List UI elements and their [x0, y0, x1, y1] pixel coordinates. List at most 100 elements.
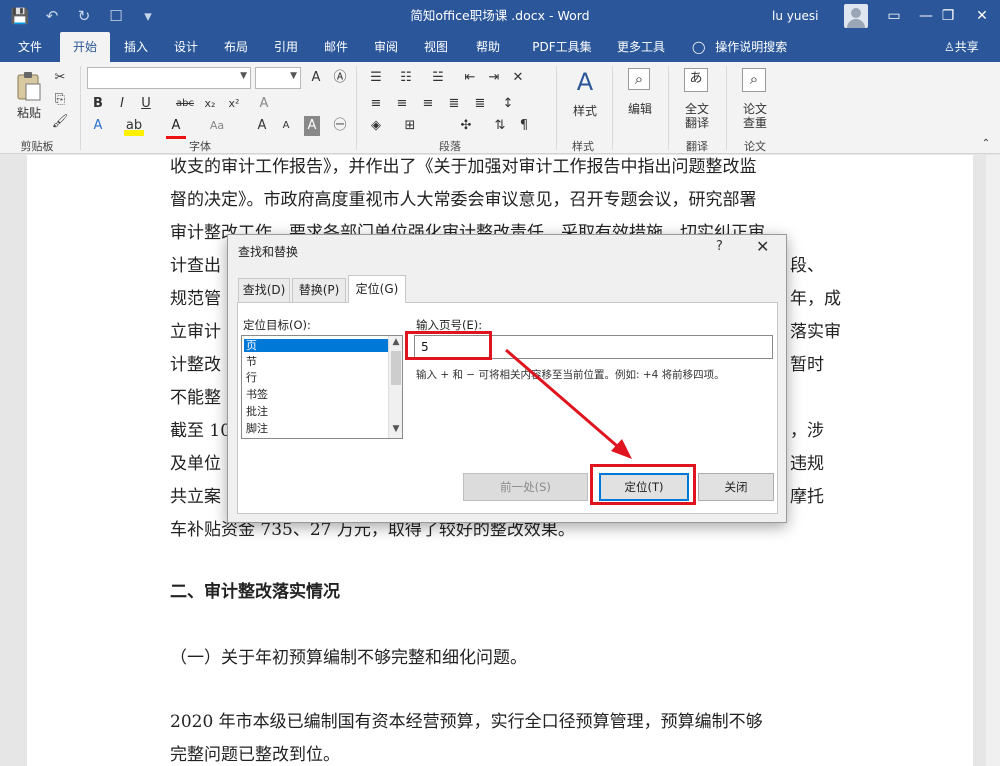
subsection-heading: （一）关于年初预算编制不够完整和细化问题。 — [170, 648, 527, 668]
goto-hint: 输入 + 和 − 可将相关内容移至当前位置。例如: +4 将前移四项。 — [416, 369, 725, 381]
superscript-icon[interactable]: x² — [224, 94, 244, 114]
shading-icon[interactable]: ◈ — [366, 116, 386, 136]
tab-goto[interactable]: 定位(G) — [348, 275, 406, 303]
page-input-highlight — [405, 331, 492, 360]
ribbon-tabs: 文件 开始 插入 设计 布局 引用 邮件 审阅 视图 帮助 PDF工具集 更多工… — [0, 32, 1000, 62]
tab-insert[interactable]: 插入 — [114, 32, 158, 62]
person-icon: ♙ — [944, 40, 955, 54]
shrink-font-icon[interactable]: A — [276, 116, 296, 136]
paste-button[interactable]: 粘贴 — [14, 104, 44, 121]
list-item[interactable]: 节 — [244, 355, 390, 368]
tab-design[interactable]: 设计 — [164, 32, 208, 62]
scroll-down-icon[interactable]: ▼ — [389, 424, 402, 434]
align-center-icon[interactable]: ≡ — [392, 94, 412, 114]
styles-button[interactable]: 样式 — [566, 102, 604, 119]
tab-home[interactable]: 开始 — [60, 32, 110, 62]
show-marks-icon[interactable]: ¶ — [514, 116, 534, 136]
italic-icon[interactable]: I — [112, 94, 132, 114]
list-item[interactable]: 行 — [244, 371, 390, 384]
bold-icon[interactable]: B — [88, 94, 108, 114]
tab-references[interactable]: 引用 — [264, 32, 308, 62]
help-icon[interactable]: ? — [716, 239, 723, 254]
font-size-combo[interactable]: ▼ — [255, 67, 301, 89]
list-item[interactable]: 批注 — [244, 405, 390, 418]
format-painter-icon[interactable]: 🖌 — [50, 112, 70, 132]
group-divider — [668, 66, 669, 150]
numbering-icon[interactable]: ☷ — [396, 68, 416, 88]
doc-line: 共立案 — [170, 487, 221, 507]
section-heading: 二、审计整改落实情况 — [170, 582, 340, 602]
list-item[interactable]: 脚注 — [244, 422, 390, 435]
tab-mailings[interactable]: 邮件 — [314, 32, 358, 62]
share-button[interactable]: ♙共享 — [944, 32, 979, 62]
editing-button[interactable]: 编辑 — [620, 100, 660, 117]
align-left-icon[interactable]: ≡ — [366, 94, 386, 114]
find-icon[interactable]: ⌕ — [628, 68, 650, 90]
dialog-close-icon[interactable]: ✕ — [756, 237, 769, 256]
font-name-combo[interactable]: ▼ — [87, 67, 251, 89]
avatar[interactable] — [844, 4, 868, 28]
strikethrough-icon[interactable]: abc — [172, 94, 198, 114]
tell-me-search[interactable]: ◯ 操作说明搜索 — [692, 32, 787, 62]
tab-pdf-tools[interactable]: PDF工具集 — [522, 32, 602, 62]
justify-icon[interactable]: ≣ — [444, 94, 464, 114]
chinese-layout-icon[interactable]: ✕ — [508, 68, 528, 88]
tab-review[interactable]: 审阅 — [364, 32, 408, 62]
sort-icon[interactable]: ⇅ — [490, 116, 510, 136]
line-spacing-icon[interactable]: ↕ — [498, 94, 518, 114]
borders-icon[interactable]: ⊞ — [400, 116, 420, 136]
tab-find[interactable]: 查找(D) — [238, 278, 290, 302]
goto-target-list[interactable]: 页 节 行 书签 批注 脚注 ▲ ▼ — [241, 335, 403, 439]
list-item[interactable]: 页 — [244, 339, 390, 352]
increase-indent-icon[interactable]: ⇥ — [484, 68, 504, 88]
close-icon[interactable]: ✕ — [960, 0, 1000, 32]
doc-line: 立审计 — [170, 322, 221, 342]
vertical-scrollbar[interactable] — [986, 155, 1000, 766]
highlight-color-icon[interactable]: ab — [124, 116, 144, 136]
character-shading-icon[interactable]: A — [304, 116, 320, 136]
translate-icon[interactable]: あ — [684, 68, 708, 92]
text-effect-icon[interactable]: A — [88, 116, 108, 136]
full-text-translate-button[interactable]: 全文 翻译 — [676, 102, 718, 130]
change-case-icon[interactable]: Aa — [204, 116, 230, 136]
enclose-character-icon[interactable]: ㊀ — [330, 116, 350, 136]
multilevel-list-icon[interactable]: ☱ — [428, 68, 448, 88]
font-color-icon[interactable]: A — [166, 116, 186, 139]
paper-check-icon[interactable]: ⌕ — [742, 68, 766, 92]
doc-line: 规范管 — [170, 289, 221, 309]
underline-icon[interactable]: U — [136, 94, 156, 114]
paper-check-button[interactable]: 论文 查重 — [734, 102, 776, 130]
list-scrollbar[interactable]: ▲ ▼ — [388, 336, 402, 438]
previous-button[interactable]: 前一处(S) — [463, 473, 588, 501]
group-divider — [80, 66, 81, 150]
tab-help[interactable]: 帮助 — [466, 32, 510, 62]
tab-file[interactable]: 文件 — [8, 32, 52, 62]
subscript-icon[interactable]: x₂ — [200, 94, 220, 114]
chevron-down-icon: ▼ — [290, 71, 297, 81]
scroll-thumb[interactable] — [391, 351, 401, 385]
doc-line: 2020 年市本级已编制国有资本经营预算，实行全口径预算管理，预算编制不够 — [170, 712, 763, 732]
collapse-ribbon-icon[interactable]: ⌃ — [976, 134, 996, 154]
close-button[interactable]: 关闭 — [698, 473, 774, 501]
tab-replace[interactable]: 替换(P) — [292, 278, 346, 302]
bullets-icon[interactable]: ☰ — [366, 68, 386, 88]
decrease-indent-icon[interactable]: ⇤ — [460, 68, 480, 88]
tab-more-tools[interactable]: 更多工具 — [606, 32, 676, 62]
font-size-grow-icon[interactable]: A — [306, 68, 326, 88]
tab-view[interactable]: 视图 — [414, 32, 458, 62]
grow-font-icon[interactable]: A — [252, 116, 272, 136]
text-effects-icon[interactable]: A — [254, 94, 274, 114]
align-right-icon[interactable]: ≡ — [418, 94, 438, 114]
asian-layout-icon[interactable]: ✣ — [456, 116, 476, 136]
paste-icon[interactable] — [14, 70, 44, 102]
clear-formatting-icon[interactable]: Ⓐ — [330, 68, 350, 88]
tab-layout[interactable]: 布局 — [214, 32, 258, 62]
styles-icon[interactable]: A — [570, 68, 600, 96]
copy-icon[interactable]: ⎘ — [50, 90, 70, 110]
doc-line: 完整问题已整改到位。 — [170, 745, 340, 765]
user-name[interactable]: lu yuesi — [772, 0, 818, 32]
distributed-icon[interactable]: ≣ — [470, 94, 490, 114]
list-item[interactable]: 书签 — [244, 388, 390, 401]
scroll-up-icon[interactable]: ▲ — [389, 337, 402, 347]
cut-icon[interactable]: ✂ — [50, 68, 70, 88]
